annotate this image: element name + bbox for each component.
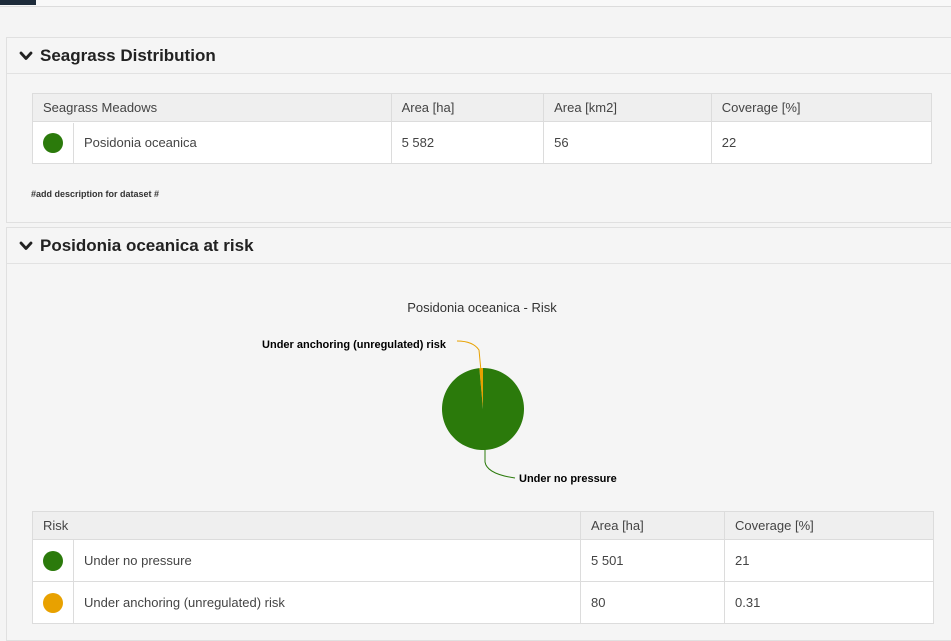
table-header-row: Risk Area [ha] Coverage [%]: [32, 511, 934, 540]
name-cell: Posidonia oceanica: [32, 121, 392, 164]
chevron-down-icon[interactable]: [19, 49, 33, 63]
table-row: Under anchoring (unregulated) risk 80 0.…: [32, 581, 934, 624]
area-ha-value: 80: [580, 581, 725, 624]
column-header-coverage[interactable]: Coverage [%]: [724, 511, 934, 540]
coverage-value: 22: [710, 121, 933, 164]
table-header-row: Seagrass Meadows Area [ha] Area [km2] Co…: [32, 93, 933, 122]
panel-title: Seagrass Distribution: [40, 45, 216, 65]
seagrass-distribution-panel: Seagrass Distribution Seagrass Meadows A…: [6, 37, 951, 223]
table-row: Under no pressure 5 501 21: [32, 539, 934, 582]
green-legend-dot: [43, 550, 63, 571]
legend-dot-cell: [33, 122, 74, 163]
coverage-value: 21: [724, 539, 934, 582]
column-header-area-ha[interactable]: Area [ha]: [580, 511, 725, 540]
column-header-seagrass-meadows[interactable]: Seagrass Meadows: [32, 93, 392, 122]
legend-dot-cell: [33, 582, 74, 623]
coverage-value: 0.31: [724, 581, 934, 624]
risk-panel-header[interactable]: Posidonia oceanica at risk: [7, 228, 951, 264]
green-legend-dot: [43, 132, 63, 153]
pie-label-anchoring: Under anchoring (unregulated) risk: [262, 339, 447, 351]
dataset-description: #add description for dataset #: [31, 189, 160, 199]
column-header-coverage[interactable]: Coverage [%]: [710, 93, 933, 122]
seagrass-table: Seagrass Meadows Area [ha] Area [km2] Co…: [32, 93, 933, 164]
column-header-area-km2[interactable]: Area [km2]: [543, 93, 712, 122]
top-bar-logo-block: [0, 0, 36, 5]
risk-panel: Posidonia oceanica at risk Posidonia oce…: [6, 227, 951, 641]
connector-anchoring: [456, 340, 482, 372]
area-ha-value: 5 501: [580, 539, 725, 582]
connector-no-pressure: [484, 449, 516, 479]
column-header-risk[interactable]: Risk: [32, 511, 581, 540]
area-km2-value: 56: [543, 121, 712, 164]
table-row: Posidonia oceanica 5 582 56 22: [32, 121, 933, 164]
legend-dot-cell: [33, 540, 74, 581]
area-ha-value: 5 582: [390, 121, 545, 164]
risk-name-cell: Under no pressure: [32, 539, 581, 582]
pie-label-no-pressure: Under no pressure: [519, 473, 617, 485]
column-header-area-ha[interactable]: Area [ha]: [390, 93, 545, 122]
risk-name-cell: Under anchoring (unregulated) risk: [32, 581, 581, 624]
chevron-down-icon[interactable]: [19, 239, 33, 253]
risk-pie-chart: Posidonia oceanica - Risk Under anchorin…: [262, 300, 617, 485]
risk-name: Under no pressure: [84, 553, 192, 568]
risk-name: Under anchoring (unregulated) risk: [84, 595, 285, 610]
orange-legend-dot: [43, 592, 63, 613]
top-bar: [0, 0, 951, 7]
seagrass-distribution-header[interactable]: Seagrass Distribution: [7, 38, 951, 74]
pie-slices: [442, 368, 524, 450]
seagrass-name: Posidonia oceanica: [84, 135, 197, 150]
risk-table: Risk Area [ha] Coverage [%] Under no pre…: [32, 511, 934, 624]
panel-title: Posidonia oceanica at risk: [40, 235, 254, 255]
chart-title: Posidonia oceanica - Risk: [407, 300, 557, 315]
pie-slice-no-pressure[interactable]: [442, 368, 524, 450]
